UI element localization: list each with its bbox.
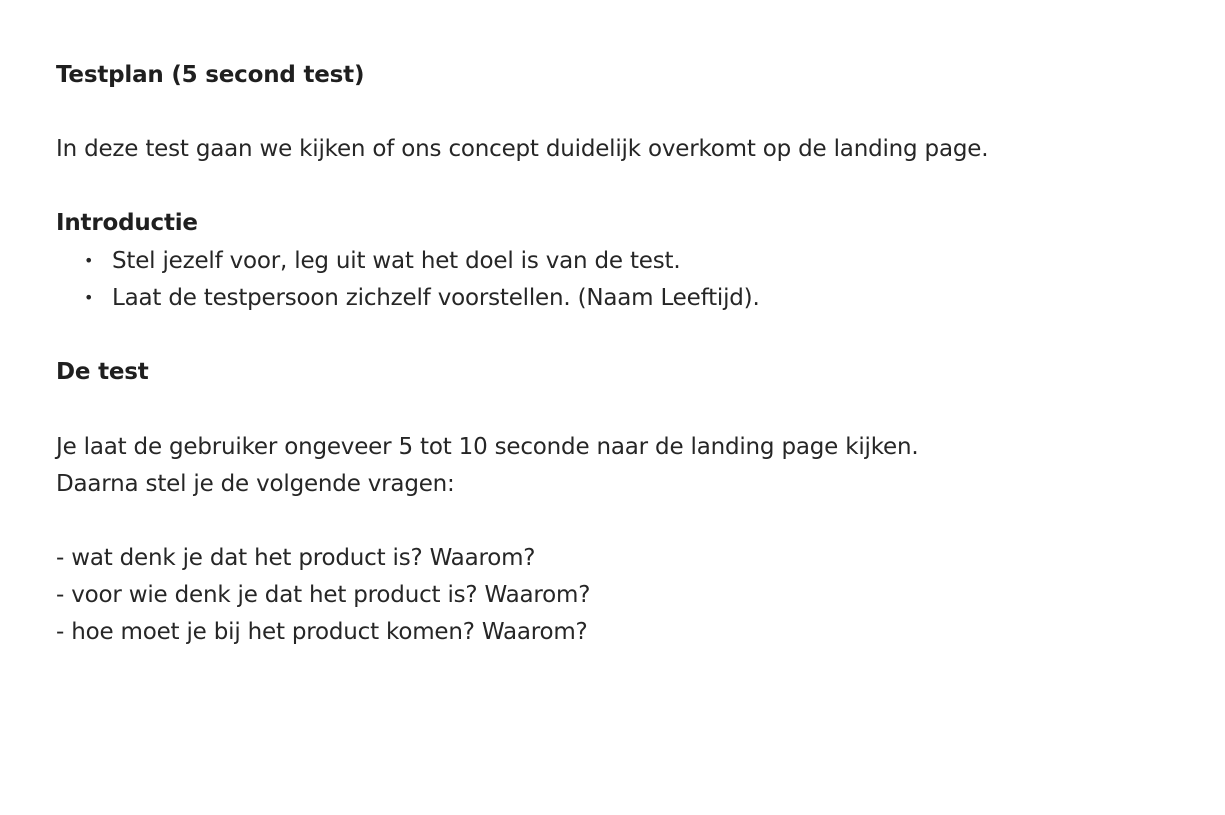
bullet-list-item: • Stel jezelf voor, leg uit wat het doel… (56, 246, 1196, 276)
test-paragraph-line: Je laat de gebruiker ongeveer 5 tot 10 s… (56, 434, 919, 460)
document-title: Testplan (5 second test) (56, 62, 365, 88)
question-item: - hoe moet je bij het product komen? Waa… (56, 619, 588, 645)
bullet-icon: • (84, 288, 94, 307)
question-item: - wat denk je dat het product is? Waarom… (56, 545, 536, 571)
intro-paragraph: In deze test gaan we kijken of ons conce… (56, 136, 989, 162)
question-item: - voor wie denk je dat het product is? W… (56, 582, 591, 608)
section-heading-introductie: Introductie (56, 210, 198, 236)
bullet-list-item: • Laat de testpersoon zichzelf voorstell… (56, 283, 1196, 313)
bullet-text: Laat de testpersoon zichzelf voorstellen… (112, 285, 760, 311)
section-heading-de-test: De test (56, 359, 149, 385)
test-paragraph-line: Daarna stel je de volgende vragen: (56, 471, 455, 497)
bullet-text: Stel jezelf voor, leg uit wat het doel i… (112, 248, 681, 274)
bullet-icon: • (84, 251, 94, 270)
